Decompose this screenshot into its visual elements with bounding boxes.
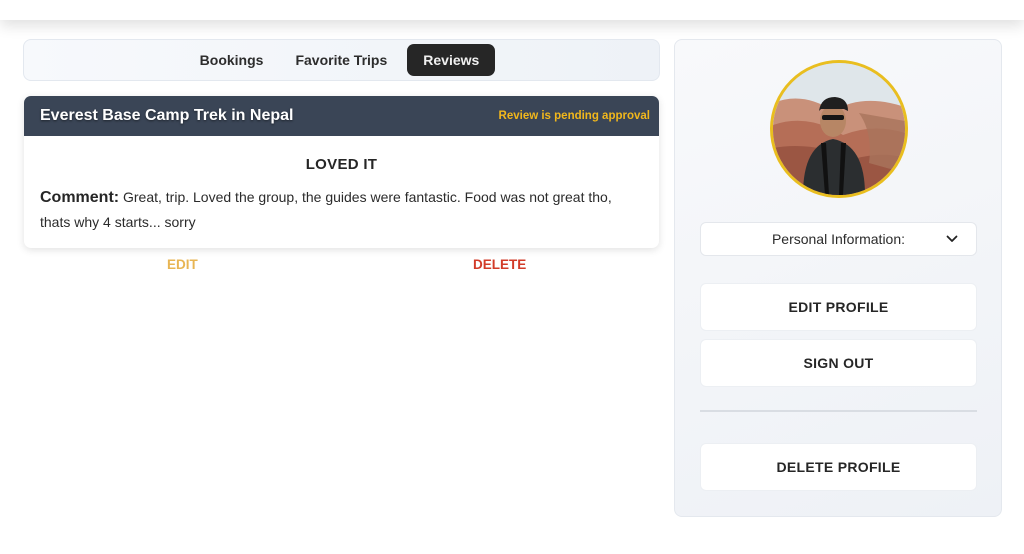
- personal-information-dropdown[interactable]: Personal Information:: [700, 222, 977, 256]
- delete-profile-button[interactable]: DELETE PROFILE: [700, 443, 977, 491]
- delete-review-button[interactable]: DELETE: [473, 257, 526, 272]
- edit-profile-button[interactable]: EDIT PROFILE: [700, 283, 977, 331]
- comment-label: Comment:: [40, 189, 120, 206]
- avatar: [770, 60, 908, 198]
- edit-review-button[interactable]: EDIT: [167, 257, 198, 272]
- chevron-down-icon: [946, 235, 958, 242]
- dropdown-label: Personal Information:: [771, 231, 906, 247]
- divider: [700, 410, 977, 412]
- review-status-badge: Review is pending approval: [498, 110, 650, 122]
- top-navbar: [0, 0, 1024, 20]
- tab-bookings[interactable]: Bookings: [188, 45, 276, 75]
- profile-tabs: Bookings Favorite Trips Reviews: [23, 39, 660, 81]
- profile-panel: Personal Information: EDIT PROFILE SIGN …: [674, 39, 1002, 517]
- review-comment: Comment: Great, trip. Loved the group, t…: [40, 185, 643, 234]
- review-card: Everest Base Camp Trek in Nepal Review i…: [24, 96, 659, 248]
- comment-text: Great, trip. Loved the group, the guides…: [40, 189, 612, 230]
- tab-reviews[interactable]: Reviews: [407, 44, 496, 76]
- review-rating-text: LOVED IT: [305, 156, 378, 173]
- review-card-header: Everest Base Camp Trek in Nepal Review i…: [24, 96, 659, 136]
- sign-out-button[interactable]: SIGN OUT: [700, 339, 977, 387]
- review-card-body: LOVED IT Comment: Great, trip. Loved the…: [24, 136, 659, 234]
- review-trip-title: Everest Base Camp Trek in Nepal: [40, 107, 294, 124]
- tab-favorite-trips[interactable]: Favorite Trips: [283, 45, 399, 75]
- avatar-photo: [773, 63, 905, 195]
